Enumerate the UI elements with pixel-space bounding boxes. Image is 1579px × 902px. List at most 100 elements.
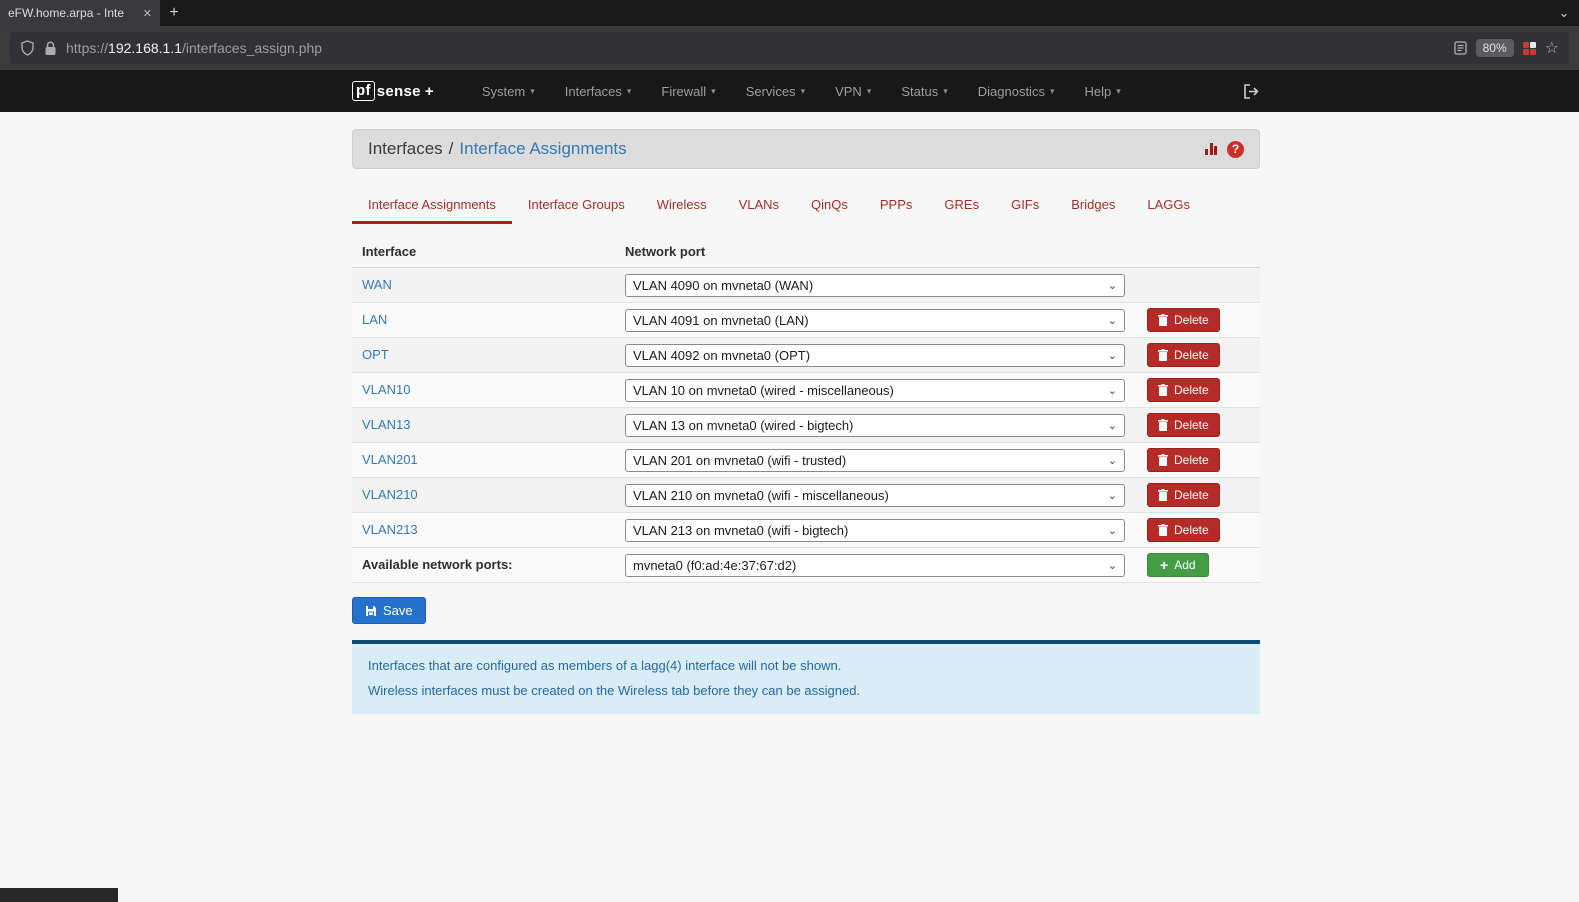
tab-interface-assignments[interactable]: Interface Assignments xyxy=(352,189,512,224)
trash-icon xyxy=(1158,419,1168,431)
caret-down-icon: ▾ xyxy=(530,85,535,96)
interface-link[interactable]: VLAN213 xyxy=(362,522,418,537)
plus-icon: + xyxy=(1160,557,1169,573)
interface-link[interactable]: LAN xyxy=(362,312,387,327)
tab-wireless[interactable]: Wireless xyxy=(641,189,723,224)
caret-down-icon: ▾ xyxy=(711,85,716,96)
add-button[interactable]: + Add xyxy=(1147,553,1209,577)
available-ports-label: Available network ports: xyxy=(362,557,513,572)
delete-button[interactable]: Delete xyxy=(1147,518,1220,542)
tab-qinqs[interactable]: QinQs xyxy=(795,189,864,224)
table-row-vlan10: VLAN10 VLAN 10 on mvneta0 (wired - misce… xyxy=(352,373,1260,408)
nav-item-system[interactable]: System ▾ xyxy=(482,84,535,99)
info-panel: Interfaces that are configured as member… xyxy=(352,640,1260,714)
status-chart-icon[interactable] xyxy=(1205,143,1217,155)
tab-gifs[interactable]: GIFs xyxy=(995,189,1055,224)
url-path: /interfaces_assign.php xyxy=(182,40,323,56)
trash-icon xyxy=(1158,314,1168,326)
help-icon[interactable]: ? xyxy=(1227,140,1244,158)
bookmark-star-icon[interactable]: ☆ xyxy=(1545,38,1559,58)
delete-button[interactable]: Delete xyxy=(1147,413,1220,437)
column-header-interface: Interface xyxy=(362,244,417,259)
available-port-select[interactable]: mvneta0 (f0:ad:4e:37:67:d2) ⌄ xyxy=(625,553,1125,577)
network-port-select[interactable]: VLAN 4092 on mvneta0 (OPT) ⌄ xyxy=(625,343,1125,367)
chevron-down-icon: ⌄ xyxy=(1107,279,1117,292)
caret-down-icon: ▾ xyxy=(800,85,806,96)
network-port-select[interactable]: VLAN 210 on mvneta0 (wifi - miscellaneou… xyxy=(625,483,1125,507)
reader-mode-icon[interactable] xyxy=(1453,41,1467,55)
list-all-tabs-icon[interactable]: ⌄ xyxy=(1549,0,1579,26)
tabbar-spacer xyxy=(188,0,1549,26)
trash-icon xyxy=(1158,454,1168,466)
nav-item-label: Firewall xyxy=(661,83,707,99)
network-port-select[interactable]: VLAN 4090 on mvneta0 (WAN) ⌄ xyxy=(625,273,1125,297)
table-header-row: Interface Network port xyxy=(352,238,1260,268)
chevron-down-icon: ⌄ xyxy=(1107,314,1117,327)
interface-link[interactable]: VLAN210 xyxy=(362,487,418,502)
table-row-vlan13: VLAN13 VLAN 13 on mvneta0 (wired - bigte… xyxy=(352,408,1260,443)
chevron-down-icon: ⌄ xyxy=(1107,419,1117,432)
delete-button[interactable]: Delete xyxy=(1147,483,1220,507)
nav-item-label: Help xyxy=(1084,83,1112,99)
tab-title: eFW.home.arpa - Inte xyxy=(8,6,125,20)
info-message-lagg: Interfaces that are configured as member… xyxy=(368,658,842,673)
tab-gres[interactable]: GREs xyxy=(928,189,995,224)
browser-toolbar: https://192.168.1.1/interfaces_assign.ph… xyxy=(0,26,1579,70)
chevron-down-icon: ⌄ xyxy=(1107,384,1117,397)
network-port-select[interactable]: VLAN 213 on mvneta0 (wifi - bigtech) ⌄ xyxy=(625,518,1125,542)
chevron-down-icon: ⌄ xyxy=(1107,489,1117,502)
trash-icon xyxy=(1158,384,1168,396)
zoom-level-badge[interactable]: 80% xyxy=(1475,39,1514,57)
logout-icon[interactable] xyxy=(1243,83,1260,99)
tab-vlans[interactable]: VLANs xyxy=(723,189,795,224)
nav-item-help[interactable]: Help ▾ xyxy=(1084,84,1120,99)
breadcrumb-separator: / xyxy=(448,139,454,158)
floppy-disk-icon xyxy=(365,605,377,617)
column-header-network-port: Network port xyxy=(625,244,706,259)
network-port-select[interactable]: VLAN 201 on mvneta0 (wifi - trusted) ⌄ xyxy=(625,448,1125,472)
chevron-down-icon: ⌄ xyxy=(1107,454,1117,467)
tab-interface-groups[interactable]: Interface Groups xyxy=(512,189,641,224)
network-port-select[interactable]: VLAN 10 on mvneta0 (wired - miscellaneou… xyxy=(625,378,1125,402)
logo-sense: sense xyxy=(376,82,421,100)
nav-item-interfaces[interactable]: Interfaces ▾ xyxy=(565,84,632,99)
interface-link[interactable]: VLAN201 xyxy=(362,452,418,467)
shield-icon[interactable] xyxy=(20,40,35,56)
nav-item-label: Services xyxy=(745,83,796,99)
caret-down-icon: ▾ xyxy=(1049,85,1055,96)
lock-icon[interactable] xyxy=(44,41,57,56)
delete-button[interactable]: Delete xyxy=(1147,308,1220,332)
interface-link[interactable]: VLAN13 xyxy=(362,417,410,432)
interface-link[interactable]: WAN xyxy=(362,277,392,292)
delete-button[interactable]: Delete xyxy=(1147,343,1220,367)
interface-link[interactable]: VLAN10 xyxy=(362,382,410,397)
extension-icon[interactable] xyxy=(1522,41,1536,55)
url-bar[interactable]: https://192.168.1.1/interfaces_assign.ph… xyxy=(10,32,1569,64)
nav-item-status[interactable]: Status ▾ xyxy=(901,84,947,99)
nav-item-vpn[interactable]: VPN ▾ xyxy=(835,84,871,99)
breadcrumb-page[interactable]: Interface Assignments xyxy=(459,139,626,159)
network-port-select[interactable]: VLAN 4091 on mvneta0 (LAN) ⌄ xyxy=(625,308,1125,332)
interface-link[interactable]: OPT xyxy=(362,347,389,362)
logo-pf: pf xyxy=(352,81,375,101)
nav-item-firewall[interactable]: Firewall ▾ xyxy=(661,84,715,99)
nav-item-services[interactable]: Services ▾ xyxy=(746,84,805,99)
new-tab-button[interactable]: + xyxy=(160,0,188,26)
browser-tab[interactable]: eFW.home.arpa - Inte ✕ xyxy=(0,0,160,26)
tab-ppps[interactable]: PPPs xyxy=(864,189,929,224)
table-row-wan: WAN VLAN 4090 on mvneta0 (WAN) ⌄ xyxy=(352,268,1260,303)
save-button[interactable]: Save xyxy=(352,597,426,624)
delete-button[interactable]: Delete xyxy=(1147,448,1220,472)
delete-button[interactable]: Delete xyxy=(1147,378,1220,402)
tab-bridges[interactable]: Bridges xyxy=(1055,189,1131,224)
page-tabs: Interface Assignments Interface Groups W… xyxy=(352,189,1260,224)
close-tab-icon[interactable]: ✕ xyxy=(143,7,152,20)
network-port-select[interactable]: VLAN 13 on mvneta0 (wired - bigtech) ⌄ xyxy=(625,413,1125,437)
table-row-vlan201: VLAN201 VLAN 201 on mvneta0 (wifi - trus… xyxy=(352,443,1260,478)
url-text[interactable]: https://192.168.1.1/interfaces_assign.ph… xyxy=(66,40,1445,56)
table-row-opt: OPT VLAN 4092 on mvneta0 (OPT) ⌄ Delete xyxy=(352,338,1260,373)
info-message-wireless: Wireless interfaces must be created on t… xyxy=(368,683,861,698)
nav-item-diagnostics[interactable]: Diagnostics ▾ xyxy=(978,84,1055,99)
pfsense-logo[interactable]: pf sense + xyxy=(352,81,434,101)
tab-laggs[interactable]: LAGGs xyxy=(1131,189,1206,224)
